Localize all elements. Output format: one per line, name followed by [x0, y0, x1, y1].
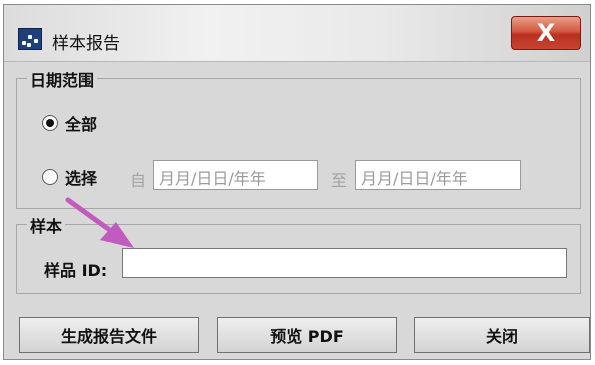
annotation-arrow-icon: [65, 197, 134, 248]
